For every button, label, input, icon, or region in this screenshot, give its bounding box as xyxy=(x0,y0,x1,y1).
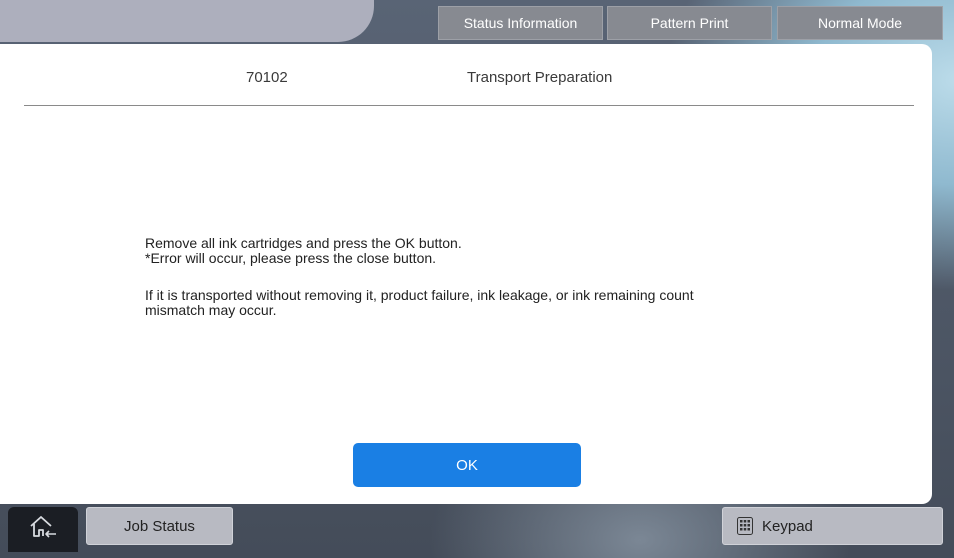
status-information-button[interactable]: Status Information xyxy=(438,6,603,40)
keypad-icon xyxy=(737,517,753,535)
message-line-1: Remove all ink cartridges and press the … xyxy=(145,235,462,251)
message-line-4: mismatch may occur. xyxy=(145,302,277,318)
top-left-tab-area xyxy=(0,0,374,42)
transport-preparation-dialog: 70102 Transport Preparation Remove all i… xyxy=(0,44,932,504)
dialog-title: Transport Preparation xyxy=(467,69,613,86)
job-status-button[interactable]: Job Status xyxy=(86,507,233,545)
dialog-header: 70102 Transport Preparation xyxy=(24,44,914,106)
message-line-2: *Error will occur, please press the clos… xyxy=(145,250,437,266)
home-icon xyxy=(28,514,58,545)
normal-mode-button[interactable]: Normal Mode xyxy=(777,6,943,40)
ok-button[interactable]: OK xyxy=(353,443,581,487)
keypad-button[interactable]: Keypad xyxy=(722,507,943,545)
dialog-code: 70102 xyxy=(246,69,288,86)
pattern-print-button[interactable]: Pattern Print xyxy=(607,6,772,40)
home-button[interactable] xyxy=(8,507,78,552)
message-line-3: If it is transported without removing it… xyxy=(145,287,694,303)
keypad-label: Keypad xyxy=(762,517,813,535)
